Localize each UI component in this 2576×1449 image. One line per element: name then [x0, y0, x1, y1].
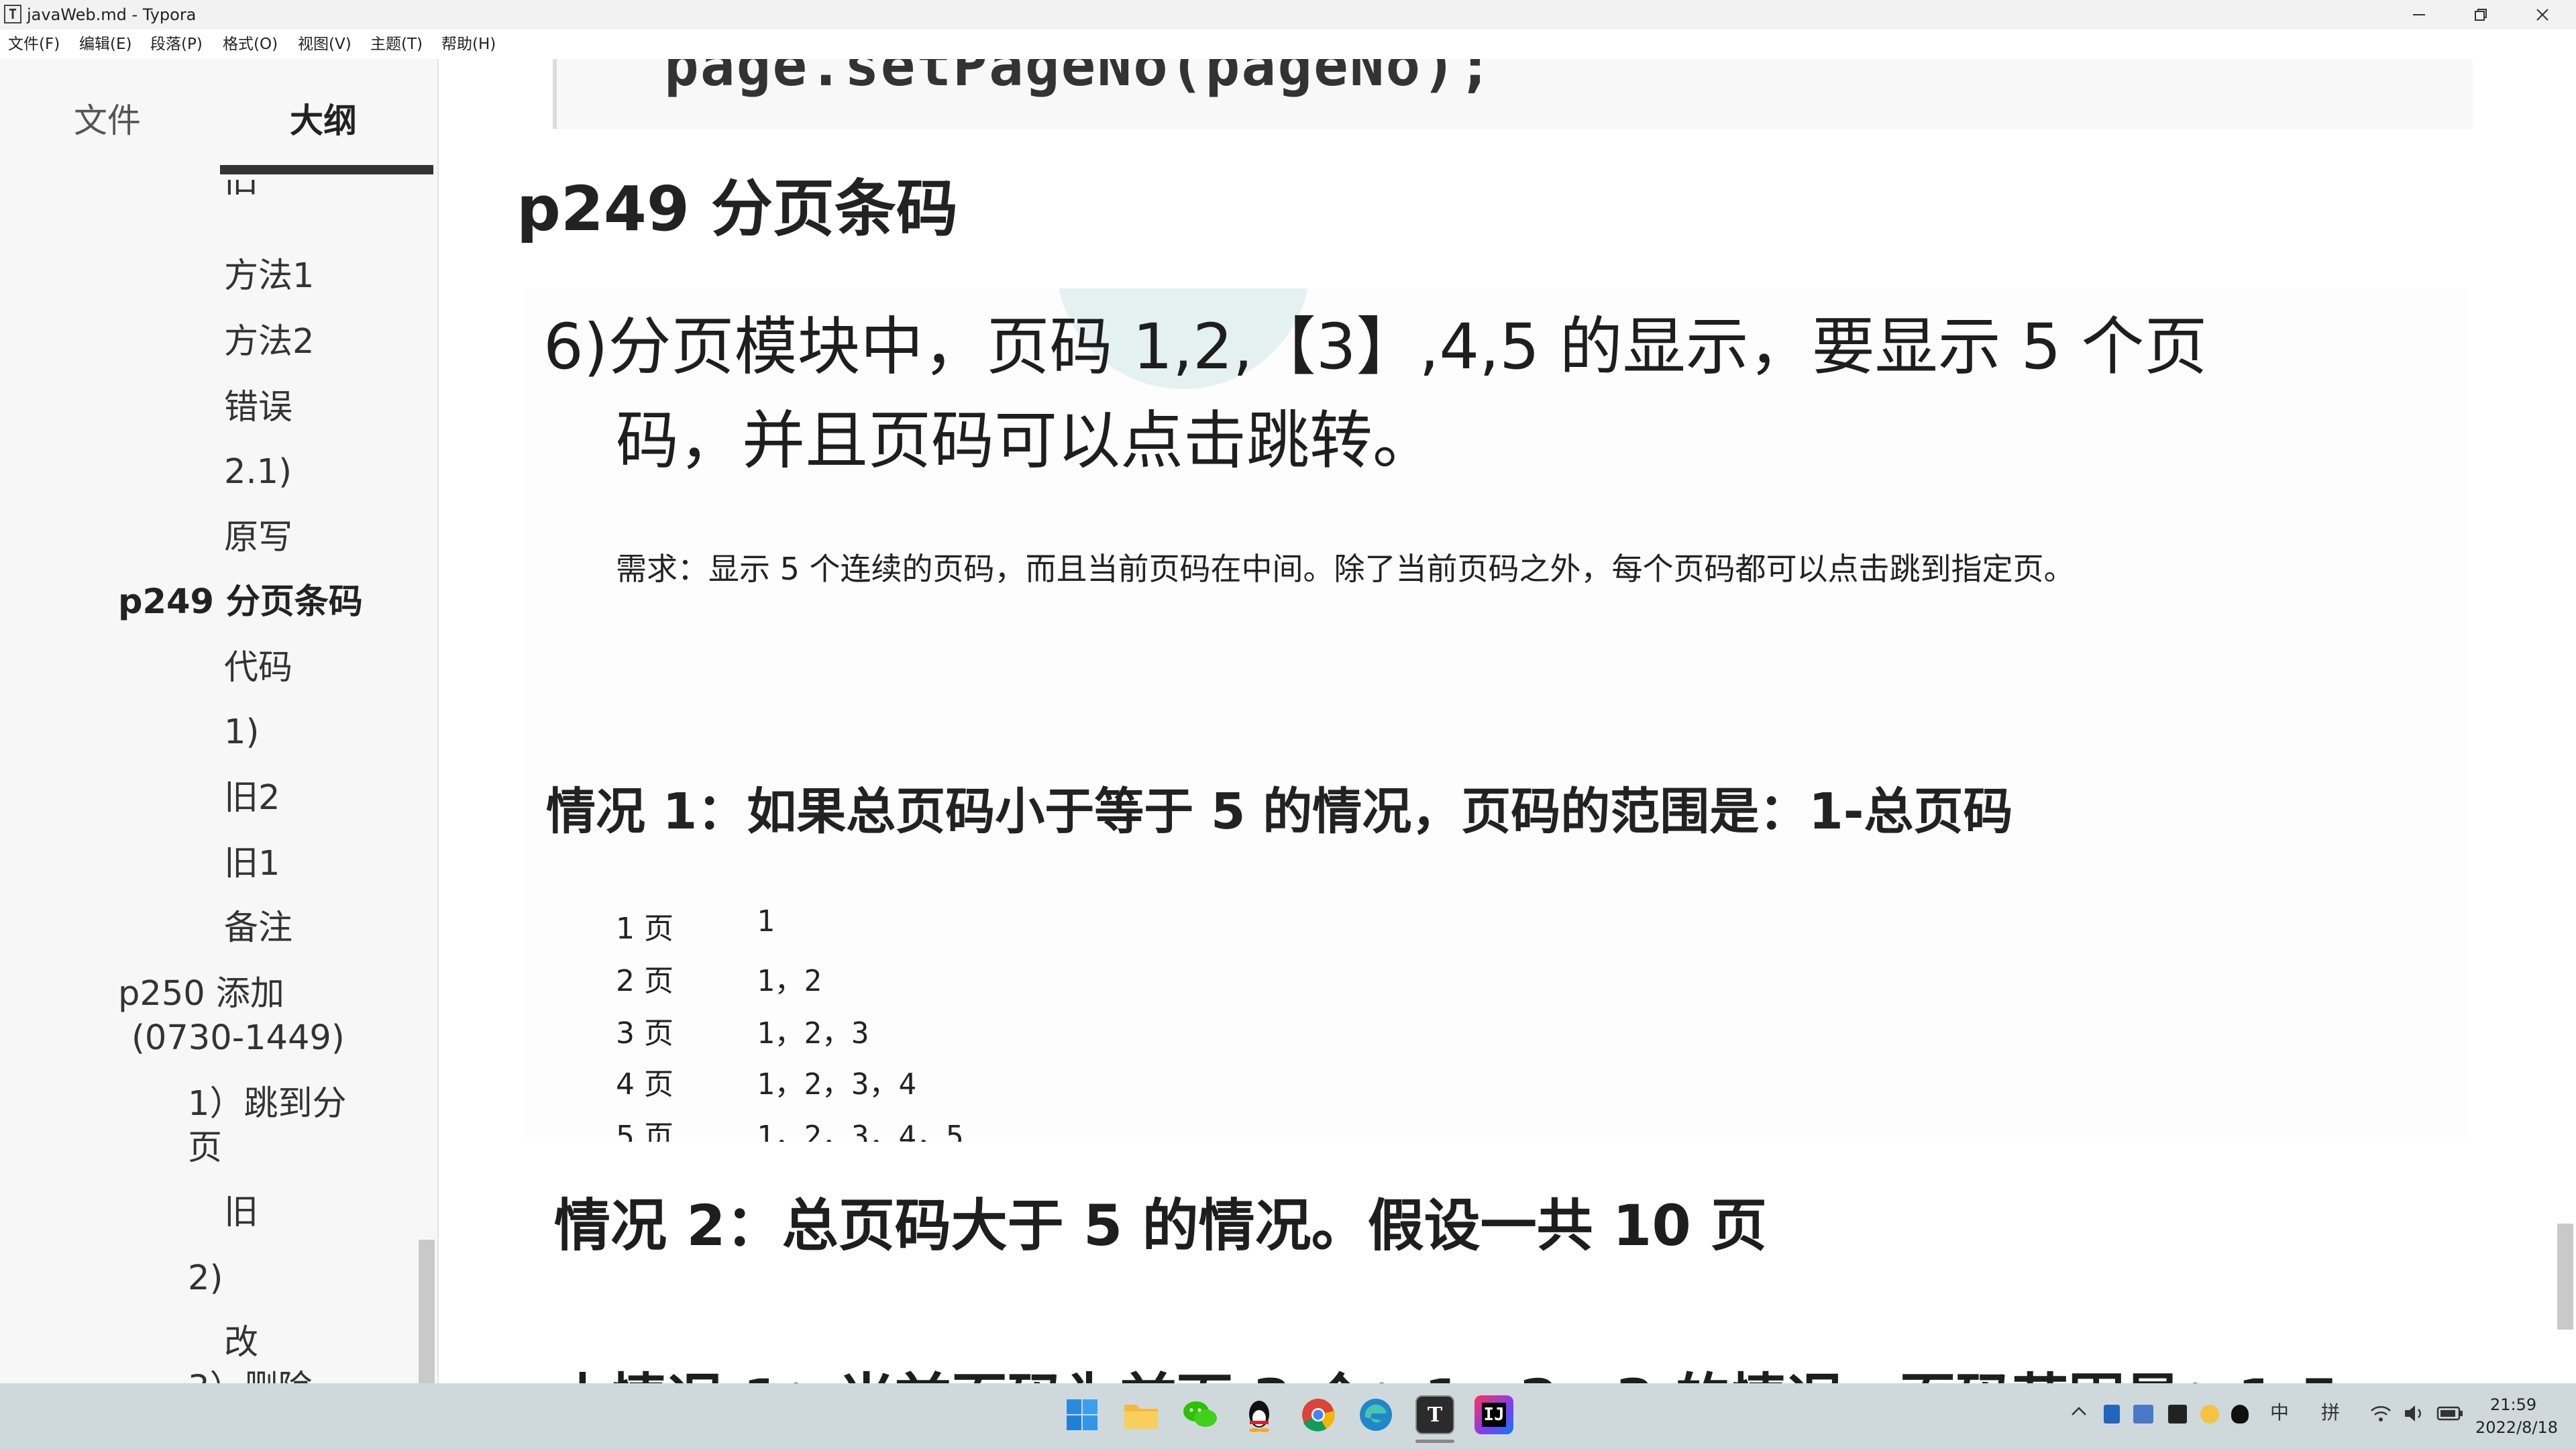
- page-count-label: 2 页: [616, 964, 674, 998]
- outline-item[interactable]: 改: [224, 1322, 258, 1364]
- menu-file[interactable]: 文件(F): [8, 34, 60, 55]
- page-count-label: 4 页: [616, 1067, 674, 1102]
- typora-app-icon: T: [4, 5, 21, 23]
- outline-item[interactable]: 旧1: [224, 843, 280, 885]
- start-button[interactable]: [1063, 1395, 1102, 1434]
- chrome-button[interactable]: [1299, 1395, 1338, 1434]
- file-explorer-button[interactable]: [1122, 1395, 1161, 1434]
- page-range: 1，2，3，4，5: [757, 1120, 964, 1142]
- page-count-label: 5 页: [616, 1120, 674, 1142]
- outline-item[interactable]: 代码: [224, 647, 292, 690]
- outline-item[interactable]: 旧: [224, 1191, 258, 1234]
- menu-bar: 文件(F) 编辑(E) 段落(P) 格式(O) 视图(V) 主题(T) 帮助(H…: [0, 30, 2576, 59]
- menu-view[interactable]: 视图(V): [298, 34, 352, 55]
- outline-clip-top: 旧: [0, 180, 419, 207]
- outline-item[interactable]: 旧2: [224, 777, 280, 820]
- typora-taskbar-button[interactable]: T: [1415, 1395, 1454, 1434]
- folder-icon: [1124, 1405, 1158, 1429]
- outline-item[interactable]: 1）跳到分: [188, 1083, 346, 1126]
- ime-mode-indicator[interactable]: 拼: [2321, 1398, 2340, 1425]
- outline-item[interactable]: 1): [224, 711, 259, 754]
- clock-date[interactable]: 2022/8/18: [2475, 1418, 2558, 1437]
- taskbar: [0, 1383, 2576, 1449]
- case3-heading-partial: 小情况 1：当前页码为前面 3 个：1，2，3 的情况，页码范围是：1-5: [554, 1355, 2339, 1383]
- outline-item[interactable]: 3）删除: [188, 1367, 312, 1383]
- outline-item[interactable]: 方法1: [224, 255, 314, 298]
- tab-files[interactable]: 文件: [74, 101, 141, 141]
- wifi-icon[interactable]: [2369, 1403, 2392, 1424]
- active-app-indicator: [1415, 1440, 1454, 1443]
- qq-penguin-icon: [1249, 1401, 1269, 1432]
- qq-button[interactable]: [1240, 1395, 1279, 1434]
- tray-app-icon[interactable]: [2200, 1405, 2219, 1424]
- edge-icon: [1360, 1399, 1392, 1431]
- close-button[interactable]: [2512, 0, 2573, 30]
- chrome-icon: [1302, 1399, 1335, 1432]
- window-title: javaWeb.md - Typora: [27, 5, 197, 24]
- case1-heading: 情况 1：如果总页码小于等于 5 的情况，页码的范围是：1-总页码: [546, 783, 2013, 841]
- menu-theme[interactable]: 主题(T): [370, 34, 423, 55]
- typora-icon: T: [1427, 1403, 1443, 1427]
- case2-heading: 情况 2：总页码大于 5 的情况。假设一共 10 页: [554, 1193, 1768, 1258]
- content-scrollbar[interactable]: [2557, 1224, 2573, 1330]
- minimize-button[interactable]: [2388, 0, 2450, 30]
- outline-item-continuation[interactable]: 页: [188, 1127, 222, 1170]
- edge-button[interactable]: [1356, 1395, 1395, 1434]
- page-count-label: 1 页: [616, 912, 674, 946]
- image-title-line2: 码，并且页码可以点击跳转。: [616, 405, 1436, 478]
- outline-item[interactable]: 2.1): [224, 451, 292, 494]
- tray-app-icon[interactable]: [2104, 1405, 2120, 1424]
- section-heading: p249 分页条码: [517, 173, 958, 245]
- tray-chevron-up-icon[interactable]: [2070, 1405, 2088, 1418]
- tab-outline[interactable]: 大纲: [290, 101, 357, 141]
- clock-time[interactable]: 21:59: [2490, 1395, 2536, 1414]
- page-range: 1，2，3: [757, 1016, 869, 1051]
- editor-content[interactable]: page.setPageNo(pageNo); p249 分页条码 6)分页模块…: [439, 59, 2576, 1383]
- maximize-button[interactable]: [2450, 0, 2512, 30]
- intellij-button[interactable]: IJ: [1474, 1395, 1513, 1434]
- embedded-image: 6)分页模块中，页码 1,2,【3】,4,5 的显示，要显示 5 个页 码，并且…: [522, 288, 2469, 1142]
- outline-item[interactable]: 原写: [224, 517, 292, 559]
- menu-edit[interactable]: 编辑(E): [79, 34, 131, 55]
- page-count-label: 3 页: [616, 1016, 674, 1051]
- active-tab-indicator: [220, 165, 433, 174]
- code-line: page.setPageNo(pageNo);: [664, 59, 1494, 99]
- title-bar: T javaWeb.md - Typora: [0, 0, 2576, 30]
- volume-icon[interactable]: [2403, 1403, 2427, 1424]
- outline-item[interactable]: p250 添加: [118, 973, 284, 1016]
- page-range: 1，2，3，4: [757, 1067, 916, 1102]
- outline-item-continuation[interactable]: (0730-1449): [131, 1017, 345, 1060]
- outline-item[interactable]: 2): [188, 1257, 223, 1300]
- outline-item[interactable]: 旧: [224, 180, 258, 203]
- tray-qq-icon[interactable]: [2231, 1405, 2249, 1424]
- wechat-icon: [1183, 1401, 1217, 1427]
- image-title-line1: 6)分页模块中，页码 1,2,【3】,4,5 的显示，要显示 5 个页: [543, 311, 2208, 384]
- windows-start-icon: [1067, 1399, 1097, 1430]
- page-range: 1，2: [757, 964, 822, 998]
- requirement-text: 需求：显示 5 个连续的页码，而且当前页码在中间。除了当前页码之外，每个页码都可…: [616, 551, 2075, 587]
- outline-item[interactable]: 错误: [224, 386, 292, 429]
- wechat-button[interactable]: [1181, 1395, 1220, 1434]
- page-range: 1: [757, 904, 775, 938]
- outline-item-current[interactable]: p249 分页条码: [118, 581, 363, 624]
- menu-help[interactable]: 帮助(H): [441, 34, 496, 55]
- menu-paragraph[interactable]: 段落(P): [150, 34, 203, 55]
- outline-item[interactable]: 备注: [224, 907, 292, 950]
- intellij-icon: IJ: [1482, 1403, 1506, 1427]
- tray-app-icon[interactable]: [2133, 1405, 2153, 1424]
- code-block[interactable]: page.setPageNo(pageNo);: [553, 59, 2473, 129]
- menu-format[interactable]: 格式(O): [223, 34, 278, 55]
- sidebar-scrollbar[interactable]: [419, 1240, 435, 1383]
- close-icon: [2536, 9, 2548, 21]
- ime-language-indicator[interactable]: 中: [2270, 1398, 2289, 1425]
- restore-icon: [2475, 9, 2487, 21]
- outline-item[interactable]: 方法2: [224, 321, 314, 364]
- sidebar: 文件 大纲 旧 方法1 方法2 错误 2.1) 原写 p249 分页条码 代码 …: [0, 59, 439, 1383]
- tray-nvidia-icon[interactable]: [2168, 1405, 2187, 1424]
- battery-icon[interactable]: [2436, 1405, 2463, 1422]
- minimize-icon: [2413, 14, 2425, 15]
